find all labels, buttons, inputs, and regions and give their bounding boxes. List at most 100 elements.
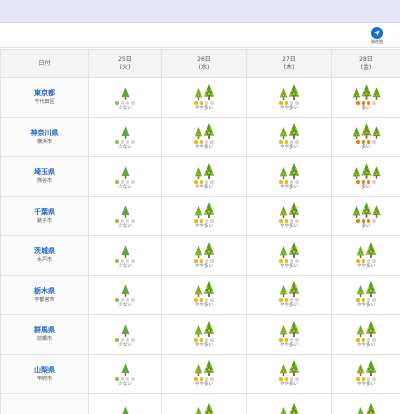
cedar-tree-icon <box>120 83 130 100</box>
pollen-level-label: やや多い <box>280 382 298 388</box>
pollen-cell: やや多い <box>246 235 332 276</box>
pollen-level-label: 少ない <box>118 145 132 151</box>
pollen-level-dot <box>371 219 376 224</box>
cedar-tree-icon <box>120 280 130 298</box>
pollen-level-label: 少ない <box>118 184 132 190</box>
date-day: 26日 <box>197 55 211 63</box>
prefecture-link[interactable]: 埼玉県 <box>1 167 88 177</box>
prefecture-cell: 群馬県 前橋市 <box>0 314 89 355</box>
prefecture-link[interactable]: 山梨県 <box>1 365 88 375</box>
cedar-tree-icon <box>120 241 130 258</box>
city-name: 熊谷市 <box>36 178 52 185</box>
cedar-tree-icon <box>352 201 381 219</box>
prefecture-link[interactable]: 栃木県 <box>1 286 88 296</box>
pollen-level-label: やや多い <box>280 145 298 151</box>
prefecture-link[interactable]: 群馬県 <box>1 325 88 335</box>
prefecture-cell: 神奈川県 横浜市 <box>0 116 89 157</box>
pollen-level-label: やや多い <box>280 303 298 309</box>
cedar-tree-icon <box>194 320 215 337</box>
table-header-row: 日付 25日 (火) 26日 (水) 27日 (木) 28日 (金) <box>0 49 400 78</box>
pollen-forecast-table-container: 日付 25日 (火) 26日 (水) 27日 (木) 28日 (金) 東京都 千代田区少な… <box>0 49 400 414</box>
table-row: 栃木県 宇都宮市 少ない やや多い やや多い やや多い <box>0 274 400 315</box>
prefecture-link[interactable]: 千葉県 <box>1 207 88 217</box>
pollen-level-label: 少ない <box>118 105 132 111</box>
cedar-tree-icon <box>279 280 300 298</box>
pollen-cell: やや多い <box>246 195 332 236</box>
pollen-level-label: やや多い <box>280 105 298 111</box>
cedar-tree-icon <box>352 122 381 140</box>
pollen-level-label: 多い <box>361 145 371 151</box>
pollen-level-label: 少ない <box>118 224 132 230</box>
pollen-level-label: 少ない <box>118 303 132 309</box>
cedar-tree-icon <box>356 280 377 298</box>
table-row: 茨城県 水戸市 少ない やや多い やや多い やや多い <box>0 235 400 276</box>
prefecture-link[interactable]: 東京都 <box>1 88 88 98</box>
pollen-level-label: 多い <box>361 184 371 190</box>
pollen-level-label: やや多い <box>195 224 213 230</box>
cedar-tree-icon <box>279 241 300 258</box>
pollen-level-label: 少ない <box>118 342 132 348</box>
prefecture-link[interactable]: 茨城県 <box>1 246 88 256</box>
pollen-level-label: やや多い <box>357 263 375 269</box>
pollen-level-label: やや多い <box>280 184 298 190</box>
date-weekday: (木) <box>283 63 295 71</box>
date-day: 25日 <box>118 55 132 63</box>
prefecture-cell: 千葉県 銚子市 <box>0 195 89 236</box>
cedar-tree-icon <box>356 241 377 258</box>
pollen-level-dot <box>356 100 361 105</box>
cedar-tree-icon <box>279 402 300 414</box>
pollen-cell: やや多い <box>161 195 247 236</box>
date-day: 28日 <box>359 55 373 63</box>
cedar-tree-icon <box>121 402 130 414</box>
city-name: 千代田区 <box>34 99 55 106</box>
pollen-cell: やや多い <box>331 353 400 394</box>
pollen-cell: 少ない <box>88 116 162 157</box>
table-row: 群馬県 前橋市 少ない やや多い やや多い やや多い <box>0 314 400 355</box>
cedar-tree-icon <box>356 402 377 414</box>
prefecture-cell: 栃木県 宇都宮市 <box>0 274 89 315</box>
table-row <box>0 393 400 414</box>
cedar-tree-icon <box>194 359 215 377</box>
pollen-cell: 少ない <box>88 77 162 118</box>
prefecture-cell: 東京都 千代田区 <box>0 77 89 118</box>
pollen-cell: やや多い <box>161 353 247 394</box>
pollen-level-label: やや多い <box>357 342 375 348</box>
pollen-cell: やや多い <box>246 274 332 315</box>
date-header: 25日 (火) <box>88 49 162 78</box>
cedar-tree-icon <box>279 320 300 337</box>
cedar-tree-icon <box>352 162 381 179</box>
pollen-level-label: 少ない <box>118 263 132 269</box>
pollen-level-dot <box>356 140 361 145</box>
pollen-cell: やや多い <box>246 314 332 355</box>
pollen-cell: 少ない <box>88 235 162 276</box>
date-header: 27日 (木) <box>246 49 332 78</box>
pollen-cell: やや多い <box>161 116 247 157</box>
top-app-bar <box>0 0 400 23</box>
prefecture-cell <box>0 393 89 414</box>
pollen-cell: 多い <box>331 195 400 236</box>
pollen-level-dot <box>356 219 361 224</box>
cedar-tree-icon <box>352 83 381 100</box>
cedar-tree-icon <box>194 280 215 298</box>
pollen-level-label: やや多い <box>280 224 298 230</box>
table-row: 東京都 千代田区 少ない やや多い やや多い 多い <box>0 77 400 118</box>
table-row: 神奈川県 横浜市 少ない やや多い やや多い 多い <box>0 116 400 157</box>
prefecture-cell: 山梨県 甲府市 <box>0 353 89 394</box>
pollen-cell: 少ない <box>88 274 162 315</box>
pollen-cell: やや多い <box>331 314 400 355</box>
date-header: 28日 (金) <box>331 49 400 78</box>
table-row: 千葉県 銚子市少ない やや多い やや多い 多い <box>0 195 400 236</box>
cedar-tree-icon <box>120 162 130 179</box>
pollen-level-label: やや多い <box>195 184 213 190</box>
prefecture-link[interactable]: 神奈川県 <box>1 128 88 138</box>
pollen-level-label: やや多い <box>195 263 213 269</box>
pollen-cell: 多い <box>331 156 400 197</box>
current-location-button[interactable]: 現在地 <box>366 27 388 47</box>
date-header: 26日 (水) <box>161 49 247 78</box>
pollen-level-dot <box>371 100 376 105</box>
cedar-tree-icon <box>279 359 300 377</box>
pollen-cell: やや多い <box>246 77 332 118</box>
pollen-cell: やや多い <box>331 235 400 276</box>
cedar-tree-icon <box>279 122 300 140</box>
current-location-label: 現在地 <box>371 39 383 44</box>
